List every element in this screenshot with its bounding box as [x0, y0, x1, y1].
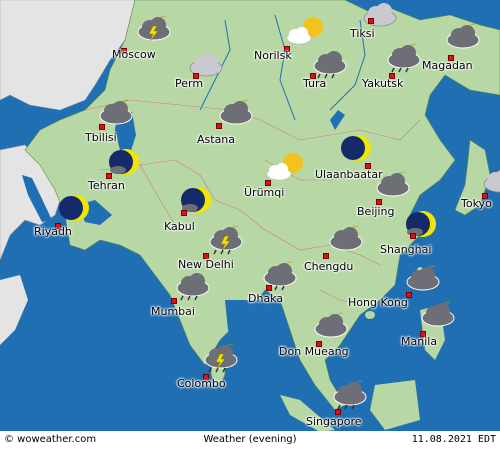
- city-label[interactable]: Tehran: [88, 180, 125, 192]
- city-label[interactable]: Tura: [303, 78, 326, 90]
- city-label[interactable]: Tbilisi: [85, 132, 117, 144]
- city-label[interactable]: Magadan: [422, 60, 473, 72]
- cloudy-moon-icon: [445, 20, 485, 52]
- cloudy-moon-icon: [420, 298, 460, 330]
- city-marker[interactable]: [216, 123, 222, 129]
- cloudy-moon-icon: [218, 96, 258, 128]
- cloudy-moon-icon: [405, 262, 445, 294]
- city-label[interactable]: Hong Kong: [348, 297, 408, 309]
- city-label[interactable]: Yakutsk: [362, 78, 403, 90]
- city-label[interactable]: Perm: [175, 78, 203, 90]
- city-label[interactable]: Shanghai: [380, 244, 431, 256]
- cloudy-icon: [362, 0, 402, 30]
- partly-cloudy-moon-icon: [108, 146, 148, 178]
- partly-cloudy-sun-icon: [265, 152, 305, 184]
- city-marker[interactable]: [323, 253, 329, 259]
- city-marker[interactable]: [99, 124, 105, 130]
- partly-cloudy-sun-icon: [285, 16, 325, 48]
- weather-map: Moscow Norilsk Tiksi Perm Tura Yakutsk Magadan…: [0, 0, 500, 450]
- city-label[interactable]: Ulaanbaatar: [315, 169, 383, 181]
- city-label[interactable]: Kabul: [164, 221, 195, 233]
- city-marker[interactable]: [171, 298, 177, 304]
- hainan: [365, 311, 375, 319]
- cloudy-rain-icon: [175, 268, 215, 301]
- city-label[interactable]: Beijing: [357, 206, 394, 218]
- city-label[interactable]: Norilsk: [254, 50, 292, 62]
- thunderstorm-rain-icon: [208, 222, 248, 255]
- city-label[interactable]: Mumbai: [151, 306, 195, 318]
- cloudy-icon: [482, 164, 500, 196]
- thunderstorm-rain-icon: [203, 340, 243, 373]
- city-marker[interactable]: [266, 285, 272, 291]
- city-label[interactable]: New Delhi: [178, 259, 234, 271]
- cloudy-rain-moon-icon: [386, 40, 426, 73]
- cloudy-rain-moon-icon: [332, 377, 372, 410]
- city-marker[interactable]: [181, 210, 187, 216]
- city-marker[interactable]: [410, 233, 416, 239]
- city-label[interactable]: Don Mueang: [279, 346, 349, 358]
- city-label[interactable]: Tiksi: [350, 28, 375, 40]
- clear-moon-icon: [340, 132, 380, 164]
- city-label[interactable]: Manila: [401, 336, 437, 348]
- thunderstorm-moon-icon: [136, 12, 176, 44]
- clear-moon-icon: [58, 192, 98, 224]
- city-label[interactable]: Ürümqi: [244, 187, 284, 199]
- city-label[interactable]: Singapore: [306, 416, 362, 428]
- city-marker[interactable]: [368, 18, 374, 24]
- city-label[interactable]: Colombo: [177, 378, 226, 390]
- cloudy-rain-icon: [312, 46, 352, 79]
- city-label[interactable]: Chengdu: [304, 261, 353, 273]
- city-label[interactable]: Tokyo: [461, 198, 492, 210]
- cloudy-moon-icon: [313, 309, 353, 341]
- city-label[interactable]: Riyadh: [34, 226, 72, 238]
- cloudy-moon-icon: [328, 222, 368, 254]
- city-label[interactable]: Moscow: [112, 49, 156, 61]
- city-label[interactable]: Astana: [197, 134, 235, 146]
- map-date: 11.08.2021 EDT: [411, 434, 496, 445]
- footer-bar: © woweather.com Weather (evening) 11.08.…: [0, 431, 500, 450]
- city-label[interactable]: Dhaka: [248, 293, 283, 305]
